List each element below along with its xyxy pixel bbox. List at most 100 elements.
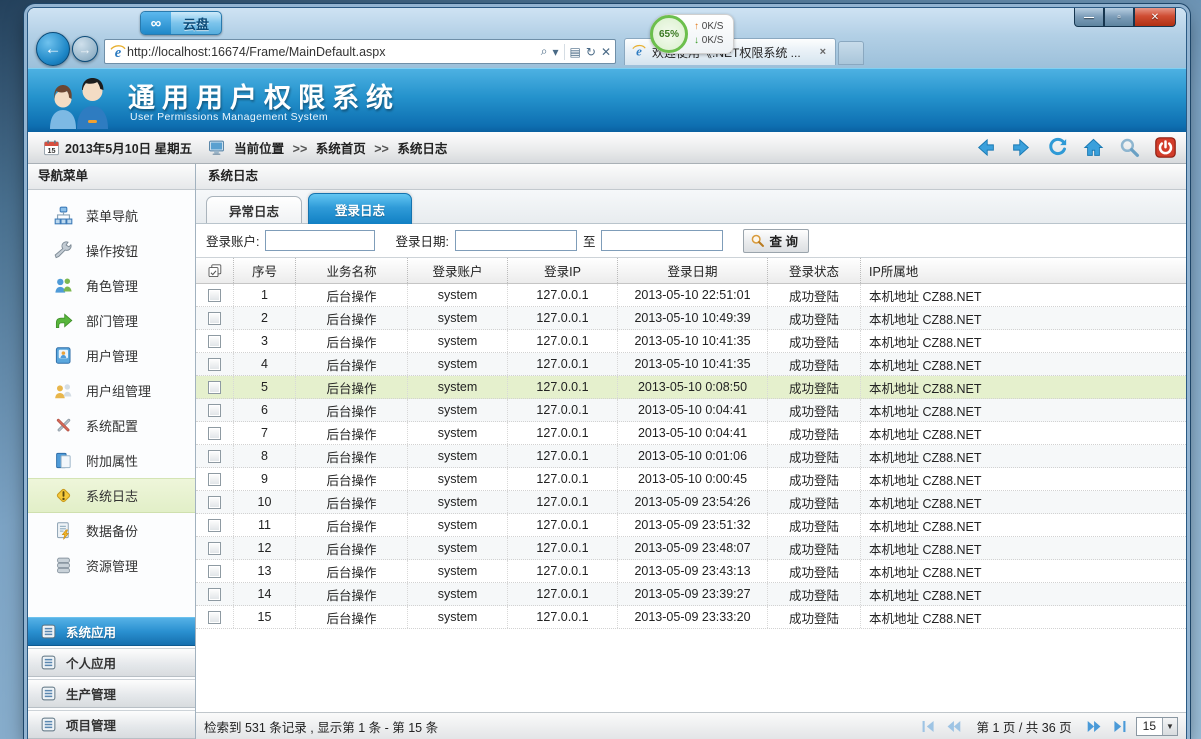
table-row[interactable]: 11后台操作system127.0.0.12013-05-09 23:51:32… xyxy=(196,514,1186,537)
speed-rates: ↑ 0K/S ↓ 0K/S xyxy=(694,20,723,48)
sidebar-item-7[interactable]: 系统配置 xyxy=(28,408,195,443)
address-bar[interactable]: e http://localhost:16674/Frame/MainDefau… xyxy=(104,39,616,64)
sidebar-item-4[interactable]: 部门管理 xyxy=(28,303,195,338)
table-row[interactable]: 14后台操作system127.0.0.12013-05-09 23:39:27… xyxy=(196,583,1186,606)
cell-location: 本机地址 CZ88.NET xyxy=(861,583,1186,605)
row-checkbox[interactable] xyxy=(208,404,221,417)
url-text[interactable]: http://localhost:16674/Frame/MainDefault… xyxy=(127,45,541,59)
date-from-input[interactable] xyxy=(455,230,577,251)
sidebar-item-8[interactable]: 附加属性 xyxy=(28,443,195,478)
refresh-icon[interactable] xyxy=(1047,137,1068,158)
accordion-item-4[interactable]: 项目管理 xyxy=(28,710,195,739)
page-toolbar xyxy=(975,137,1176,158)
cell-business: 后台操作 xyxy=(296,468,408,490)
page-size-select[interactable]: 15 ▼ xyxy=(1136,717,1178,736)
new-tab-button[interactable] xyxy=(838,41,864,65)
table-row[interactable]: 15后台操作system127.0.0.12013-05-09 23:33:20… xyxy=(196,606,1186,629)
sidebar-item-label: 用户管理 xyxy=(86,346,138,365)
minimize-button[interactable]: — xyxy=(1074,8,1104,27)
maximize-button[interactable]: ▫ xyxy=(1104,8,1134,27)
row-checkbox[interactable] xyxy=(208,611,221,624)
row-checkbox[interactable] xyxy=(208,335,221,348)
sidebar-item-6[interactable]: 用户组管理 xyxy=(28,373,195,408)
accordion-item-2[interactable]: 个人应用 xyxy=(28,648,195,677)
tab-login-log[interactable]: 登录日志 xyxy=(308,193,412,224)
cell-ip: 127.0.0.1 xyxy=(508,353,618,375)
table-row[interactable]: 13后台操作system127.0.0.12013-05-09 23:43:13… xyxy=(196,560,1186,583)
sidebar-item-1[interactable]: 菜单导航 xyxy=(28,198,195,233)
power-logout-icon[interactable] xyxy=(1155,137,1176,158)
cloud-disk-widget[interactable]: ∞ 云盘 xyxy=(140,11,222,35)
address-dropdown-icon[interactable]: ▾ xyxy=(553,45,559,59)
tab-close-icon[interactable]: × xyxy=(817,46,829,58)
table-row[interactable]: 1后台操作system127.0.0.12013-05-10 22:51:01成… xyxy=(196,284,1186,307)
table-row[interactable]: 4后台操作system127.0.0.12013-05-10 10:41:35成… xyxy=(196,353,1186,376)
row-checkbox[interactable] xyxy=(208,519,221,532)
sidebar-item-9[interactable]: 系统日志 xyxy=(28,478,195,513)
sidebar-item-3[interactable]: 角色管理 xyxy=(28,268,195,303)
browser-forward-button[interactable]: → xyxy=(72,36,98,62)
sidebar-item-11[interactable]: 资源管理 xyxy=(28,548,195,583)
sidebar-item-2[interactable]: 操作按钮 xyxy=(28,233,195,268)
app-body: 导航菜单 菜单导航操作按钮角色管理部门管理用户管理用户组管理系统配置附加属性系统… xyxy=(28,164,1186,739)
compatibility-icon[interactable]: ▤ xyxy=(570,45,581,59)
row-checkbox[interactable] xyxy=(208,565,221,578)
address-search-icon[interactable]: ⌕ xyxy=(541,44,548,59)
col-header-account[interactable]: 登录账户 xyxy=(408,258,508,283)
sidebar-item-5[interactable]: 用户管理 xyxy=(28,338,195,373)
table-row[interactable]: 10后台操作system127.0.0.12013-05-09 23:54:26… xyxy=(196,491,1186,514)
sidebar-item-label: 菜单导航 xyxy=(86,206,138,225)
first-page-icon[interactable] xyxy=(920,718,937,735)
row-checkbox[interactable] xyxy=(208,358,221,371)
table-row[interactable]: 7后台操作system127.0.0.12013-05-10 0:04:41成功… xyxy=(196,422,1186,445)
breadcrumb-home[interactable]: 系统首页 xyxy=(316,142,366,156)
row-checkbox[interactable] xyxy=(208,381,221,394)
row-checkbox[interactable] xyxy=(208,496,221,509)
book-icon xyxy=(54,451,73,470)
row-checkbox[interactable] xyxy=(208,312,221,325)
select-all-icon[interactable] xyxy=(207,263,223,279)
row-checkbox[interactable] xyxy=(208,473,221,486)
prev-page-icon[interactable] xyxy=(945,718,962,735)
account-input[interactable] xyxy=(265,230,375,251)
breadcrumb-separator: >> xyxy=(288,142,313,156)
cell-location: 本机地址 CZ88.NET xyxy=(861,560,1186,582)
col-header-location[interactable]: IP所属地 xyxy=(861,258,1186,283)
network-speed-widget[interactable]: 65% ↑ 0K/S ↓ 0K/S xyxy=(650,14,734,54)
next-page-icon[interactable] xyxy=(1086,718,1103,735)
row-checkbox[interactable] xyxy=(208,588,221,601)
browser-back-button[interactable]: ← xyxy=(36,32,70,66)
table-row[interactable]: 5后台操作system127.0.0.12013-05-10 0:08:50成功… xyxy=(196,376,1186,399)
sidebar-item-10[interactable]: 数据备份 xyxy=(28,513,195,548)
table-row[interactable]: 12后台操作system127.0.0.12013-05-09 23:48:07… xyxy=(196,537,1186,560)
col-header-ip[interactable]: 登录IP xyxy=(508,258,618,283)
close-button[interactable]: ✕ xyxy=(1134,8,1176,27)
home-page-icon[interactable] xyxy=(1083,137,1104,158)
table-row[interactable]: 6后台操作system127.0.0.12013-05-10 0:04:41成功… xyxy=(196,399,1186,422)
nav-forward-icon[interactable] xyxy=(1011,137,1032,158)
row-checkbox[interactable] xyxy=(208,450,221,463)
stop-icon[interactable]: ✕ xyxy=(601,45,611,59)
cell-account: system xyxy=(408,399,508,421)
date-to-input[interactable] xyxy=(601,230,723,251)
table-row[interactable]: 9后台操作system127.0.0.12013-05-10 0:00:45成功… xyxy=(196,468,1186,491)
row-checkbox[interactable] xyxy=(208,289,221,302)
col-header-date[interactable]: 登录日期 xyxy=(618,258,768,283)
tab-exception-log[interactable]: 异常日志 xyxy=(206,196,302,223)
table-row[interactable]: 8后台操作system127.0.0.12013-05-10 0:01:06成功… xyxy=(196,445,1186,468)
accordion-item-3[interactable]: 生产管理 xyxy=(28,679,195,708)
last-page-icon[interactable] xyxy=(1111,718,1128,735)
col-header-status[interactable]: 登录状态 xyxy=(768,258,861,283)
refresh-page-icon[interactable]: ↻ xyxy=(586,45,596,59)
search-icon[interactable] xyxy=(1119,137,1140,158)
col-header-index[interactable]: 序号 xyxy=(234,258,296,283)
table-row[interactable]: 2后台操作system127.0.0.12013-05-10 10:49:39成… xyxy=(196,307,1186,330)
query-button[interactable]: 查 询 xyxy=(743,229,808,253)
row-checkbox[interactable] xyxy=(208,427,221,440)
col-header-business[interactable]: 业务名称 xyxy=(296,258,408,283)
cell-date: 2013-05-10 0:01:06 xyxy=(618,445,768,467)
nav-back-icon[interactable] xyxy=(975,137,996,158)
row-checkbox[interactable] xyxy=(208,542,221,555)
table-row[interactable]: 3后台操作system127.0.0.12013-05-10 10:41:35成… xyxy=(196,330,1186,353)
accordion-item-1[interactable]: 系统应用 xyxy=(28,617,195,646)
